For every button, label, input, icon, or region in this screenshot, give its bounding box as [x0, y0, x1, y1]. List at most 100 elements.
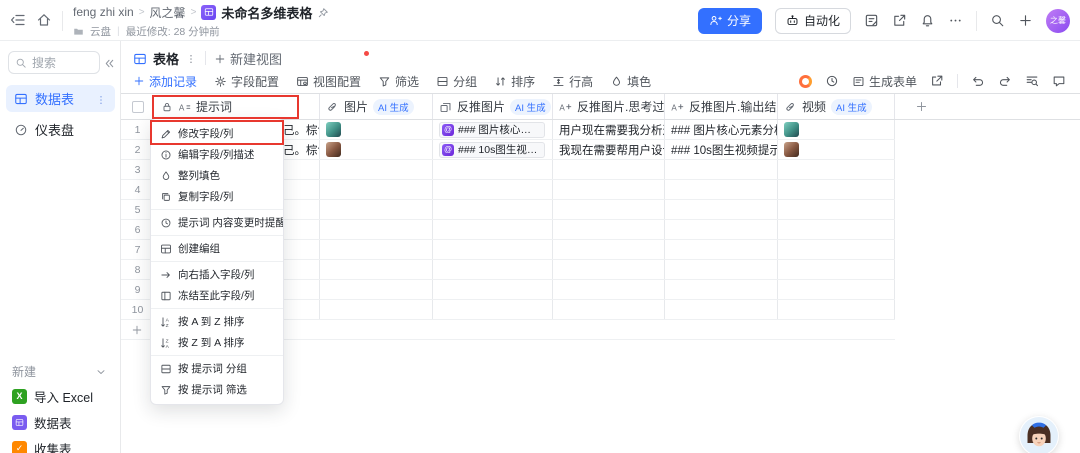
cell-image[interactable]	[320, 120, 433, 139]
empty-cell[interactable]	[320, 220, 433, 239]
filter-button[interactable]: 筛选	[378, 73, 419, 90]
empty-cell[interactable]	[433, 200, 553, 219]
sidebar-item-datatable[interactable]: 数据表	[6, 85, 115, 112]
empty-cell[interactable]	[320, 180, 433, 199]
share-view-icon[interactable]	[930, 74, 944, 89]
sidebar-item-dashboard[interactable]: 仪表盘	[6, 116, 115, 143]
view-more-icon[interactable]	[185, 51, 197, 66]
cell-thinking[interactable]: 我现在需要帮用户设计...	[553, 140, 665, 159]
empty-cell[interactable]	[778, 300, 895, 319]
pin-icon[interactable]	[317, 5, 329, 19]
more-actions-icon[interactable]	[948, 12, 963, 30]
history-icon[interactable]	[825, 74, 839, 89]
menu-item-edit-description[interactable]: 编辑字段/列描述	[151, 144, 283, 165]
column-header-reverse-image[interactable]: 反推图片 AI 生成	[433, 94, 553, 119]
empty-cell[interactable]	[553, 220, 665, 239]
breadcrumb-folder[interactable]: 风之馨	[150, 4, 186, 21]
cell-reverse-image[interactable]: @ ### 10s图生视频...	[433, 140, 553, 159]
empty-cell[interactable]	[553, 300, 665, 319]
empty-cell[interactable]	[320, 260, 433, 279]
empty-cell[interactable]	[665, 200, 778, 219]
empty-cell[interactable]	[433, 240, 553, 259]
ai-doc-chip[interactable]: @ ### 图片核心元...	[439, 122, 545, 138]
notifications-bell-icon[interactable]	[920, 12, 935, 30]
document-title[interactable]: 未命名多维表格	[221, 3, 312, 22]
ai-assistant-icon[interactable]	[799, 75, 812, 88]
select-all-checkbox[interactable]	[132, 101, 144, 113]
image-thumbnail[interactable]	[326, 142, 341, 157]
empty-cell[interactable]	[433, 160, 553, 179]
empty-cell[interactable]	[320, 280, 433, 299]
menu-item-fill-column-color[interactable]: 整列填色	[151, 165, 283, 186]
menu-item-sort-za[interactable]: 按 Z 到 A 排序	[151, 332, 283, 353]
empty-cell[interactable]	[320, 240, 433, 259]
empty-cell[interactable]	[665, 260, 778, 279]
empty-cell[interactable]	[778, 160, 895, 179]
menu-item-freeze-to-field[interactable]: 冻结至此字段/列	[151, 285, 283, 306]
home-icon[interactable]	[36, 12, 52, 30]
automation-button[interactable]: 自动化	[775, 8, 851, 34]
image-thumbnail[interactable]	[326, 122, 341, 137]
column-header-output[interactable]: 反推图片.输出结果	[665, 94, 778, 119]
docs-widget-icon[interactable]	[864, 12, 879, 30]
user-avatar[interactable]: 之馨	[1046, 9, 1070, 33]
empty-cell[interactable]	[778, 180, 895, 199]
ai-doc-chip[interactable]: @ ### 10s图生视频...	[439, 142, 545, 158]
column-header-video[interactable]: 视频 AI 生成	[778, 94, 895, 119]
empty-cell[interactable]	[553, 200, 665, 219]
cell-reverse-image[interactable]: @ ### 图片核心元...	[433, 120, 553, 139]
empty-cell[interactable]	[433, 220, 553, 239]
sidebar-item-new-datatable[interactable]: 数据表	[0, 409, 121, 435]
empty-cell[interactable]	[553, 240, 665, 259]
empty-cell[interactable]	[433, 300, 553, 319]
empty-cell[interactable]	[665, 240, 778, 259]
empty-cell[interactable]	[553, 160, 665, 179]
column-header-prompt[interactable]: 提示词	[155, 94, 320, 119]
empty-cell[interactable]	[665, 300, 778, 319]
empty-cell[interactable]	[665, 220, 778, 239]
search-input[interactable]	[32, 56, 90, 70]
empty-cell[interactable]	[553, 260, 665, 279]
column-header-thinking[interactable]: 反推图片.思考过程	[553, 94, 665, 119]
search-in-table-icon[interactable]	[1025, 74, 1039, 89]
tab-grid-view[interactable]: 表格	[133, 49, 197, 68]
open-in-new-icon[interactable]	[892, 12, 907, 30]
create-new-icon[interactable]	[1018, 12, 1033, 30]
row-height-button[interactable]: 行高	[552, 73, 593, 90]
menu-item-filter-by-field[interactable]: 按 提示词 筛选	[151, 379, 283, 400]
menu-item-duplicate-field[interactable]: 复制字段/列	[151, 186, 283, 207]
empty-cell[interactable]	[320, 160, 433, 179]
field-config-button[interactable]: 字段配置	[214, 73, 279, 90]
empty-cell[interactable]	[433, 260, 553, 279]
empty-cell[interactable]	[665, 160, 778, 179]
sidebar-search[interactable]	[8, 51, 100, 74]
sidebar-item-import-excel[interactable]: X 导入 Excel	[0, 383, 121, 409]
sort-button[interactable]: 排序	[494, 73, 535, 90]
column-header-image[interactable]: 图片 AI 生成	[320, 94, 433, 119]
assistant-avatar[interactable]	[1019, 416, 1059, 453]
menu-item-group-by-field[interactable]: 按 提示词 分组	[151, 358, 283, 379]
cell-image[interactable]	[320, 140, 433, 159]
fill-color-button[interactable]: 填色	[610, 73, 651, 90]
item-more-icon[interactable]	[95, 91, 107, 106]
file-location[interactable]: 云盘	[90, 24, 111, 39]
video-thumbnail[interactable]	[784, 142, 799, 157]
cell-video[interactable]	[778, 140, 895, 159]
group-button[interactable]: 分组	[436, 73, 477, 90]
empty-cell[interactable]	[778, 240, 895, 259]
cell-output[interactable]: ### 图片核心元素分析...	[665, 120, 778, 139]
empty-cell[interactable]	[320, 200, 433, 219]
collapse-sidebar-icon[interactable]	[10, 12, 26, 30]
share-button[interactable]: 分享	[698, 8, 762, 34]
sidebar-collapse-icon[interactable]	[103, 55, 116, 73]
empty-cell[interactable]	[665, 180, 778, 199]
menu-item-change-reminder[interactable]: 提示词 内容变更时提醒	[151, 212, 283, 233]
empty-cell[interactable]	[433, 180, 553, 199]
breadcrumb-workspace[interactable]: feng zhi xin	[73, 5, 134, 19]
chevron-down-icon[interactable]	[95, 364, 107, 378]
empty-cell[interactable]	[778, 200, 895, 219]
menu-item-create-group[interactable]: 创建编组	[151, 238, 283, 259]
select-all-cell[interactable]	[121, 94, 155, 119]
menu-item-insert-right[interactable]: 向右插入字段/列	[151, 264, 283, 285]
redo-icon[interactable]	[998, 74, 1012, 89]
